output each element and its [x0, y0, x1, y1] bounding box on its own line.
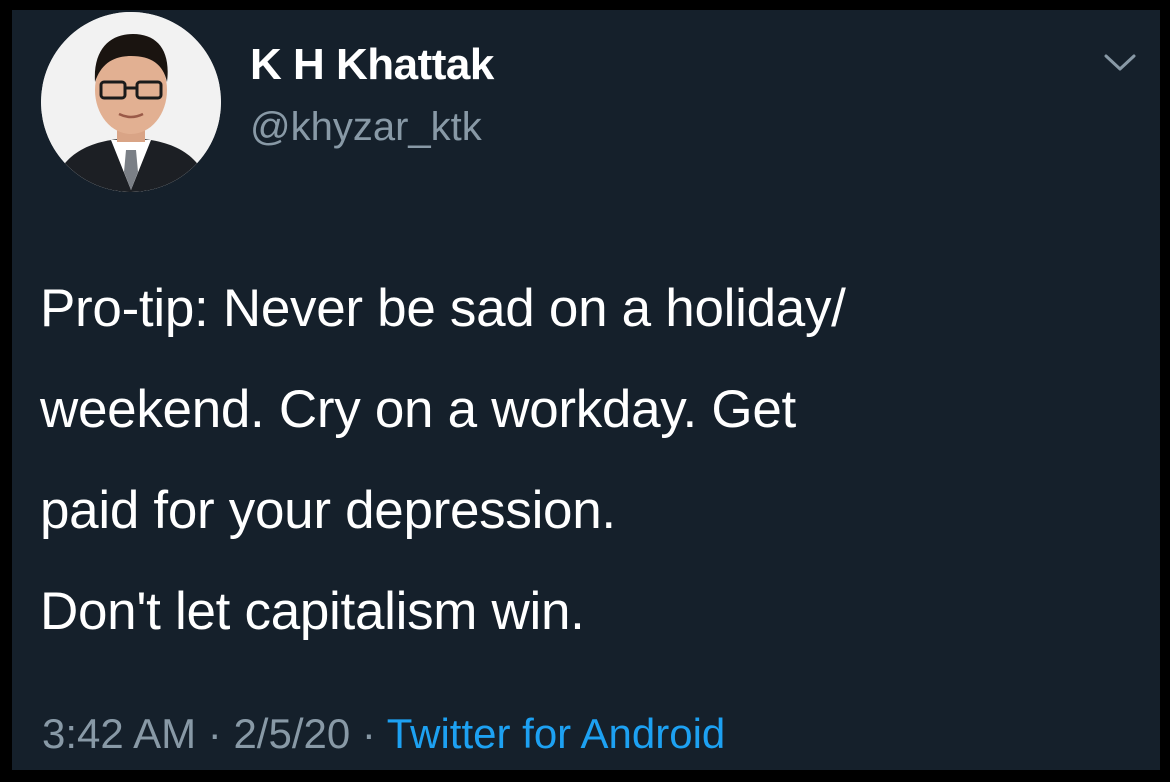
meta-separator: ·	[196, 710, 234, 757]
tweet-text-line: paid for your depression.	[40, 481, 616, 540]
tweet-text-line: Don't let capitalism win.	[40, 582, 585, 641]
tweet-text-line: weekend. Cry on a workday. Get	[40, 380, 796, 439]
chevron-down-icon[interactable]	[1102, 50, 1138, 74]
tweet-text-line: Pro-tip: Never be sad on a holiday/	[40, 279, 846, 338]
tweet-source-link[interactable]: Twitter for Android	[387, 710, 725, 757]
tweet-time[interactable]: 3:42 AM	[42, 710, 196, 757]
avatar[interactable]	[41, 12, 221, 192]
tweet-metadata: 3:42 AM · 2/5/20 · Twitter for Android	[42, 710, 725, 758]
meta-separator: ·	[350, 710, 387, 757]
tweet-text: Pro-tip: Never be sad on a holiday/ week…	[40, 258, 1140, 662]
username-handle[interactable]: @khyzar_ktk	[250, 105, 482, 150]
display-name[interactable]: K H Khattak	[250, 40, 494, 90]
screenshot-frame: K H Khattak @khyzar_ktk Pro-tip: Never b…	[0, 0, 1170, 782]
profile-photo	[41, 12, 221, 192]
tweet-card: K H Khattak @khyzar_ktk Pro-tip: Never b…	[12, 10, 1160, 770]
tweet-date[interactable]: 2/5/20	[233, 710, 350, 757]
